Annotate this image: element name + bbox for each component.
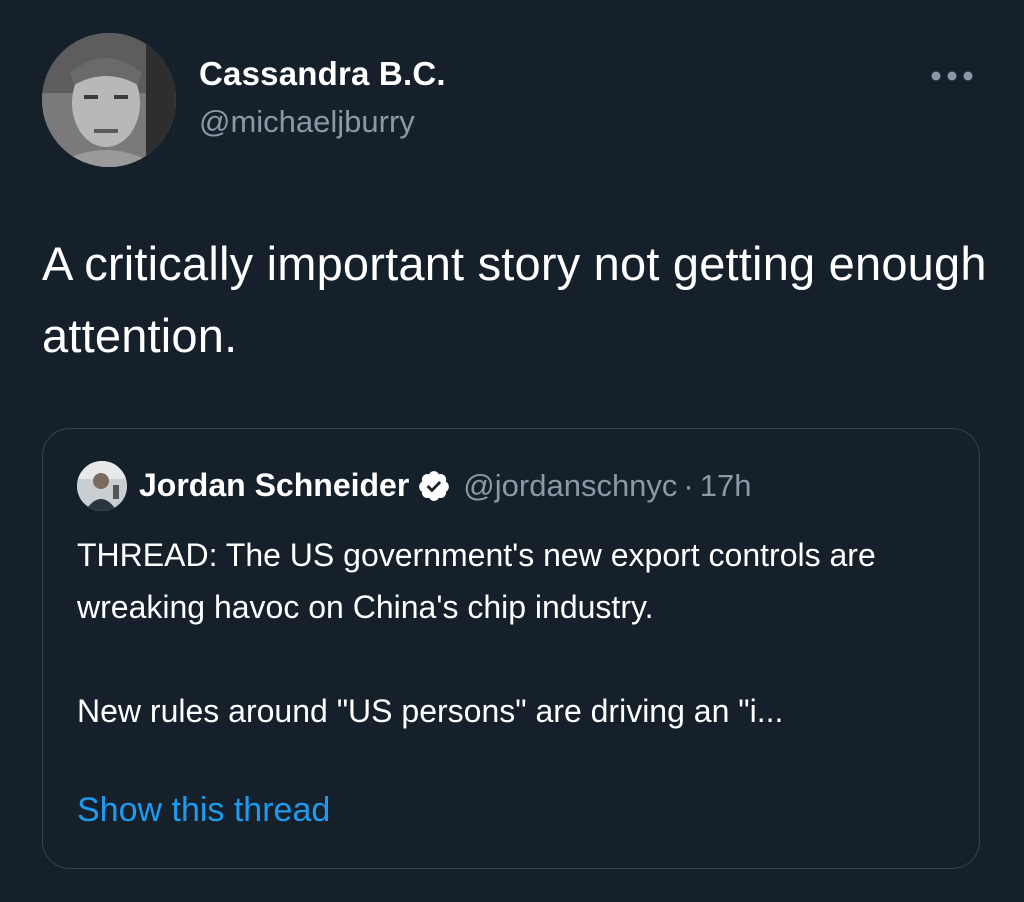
more-options-button[interactable] (924, 58, 980, 94)
author-name[interactable]: Cassandra B.C. (199, 55, 446, 93)
tweet-text: A critically important story not getting… (42, 237, 987, 362)
quoted-tweet-header: Jordan Schneider @jordanschnyc · 17h (139, 467, 751, 504)
author-avatar-image (42, 33, 176, 167)
show-thread-link[interactable]: Show this thread (77, 791, 330, 830)
verified-badge-icon (419, 470, 450, 501)
quoted-tweet-text: THREAD: The US government's new export c… (77, 529, 957, 737)
quoted-author-name[interactable]: Jordan Schneider (139, 467, 409, 504)
author-handle[interactable]: @michaeljburry (199, 104, 415, 140)
quoted-tweet-card[interactable]: Jordan Schneider @jordanschnyc · 17h THR… (42, 428, 980, 869)
header-separator: · (683, 467, 694, 503)
quoted-tweet-paragraph: THREAD: The US government's new export c… (77, 537, 876, 625)
tweet: Cassandra B.C. @michaeljburry A critical… (0, 0, 1024, 902)
quoted-tweet-paragraph: New rules around "US persons" are drivin… (77, 693, 784, 729)
author-avatar[interactable] (42, 33, 176, 167)
quoted-author-handle[interactable]: @jordanschnyc (463, 468, 677, 504)
quoted-author-avatar[interactable] (77, 461, 127, 511)
quoted-tweet-timestamp[interactable]: 17h (700, 468, 752, 504)
more-horizontal-icon (931, 71, 973, 81)
quoted-author-avatar-image (77, 461, 127, 511)
